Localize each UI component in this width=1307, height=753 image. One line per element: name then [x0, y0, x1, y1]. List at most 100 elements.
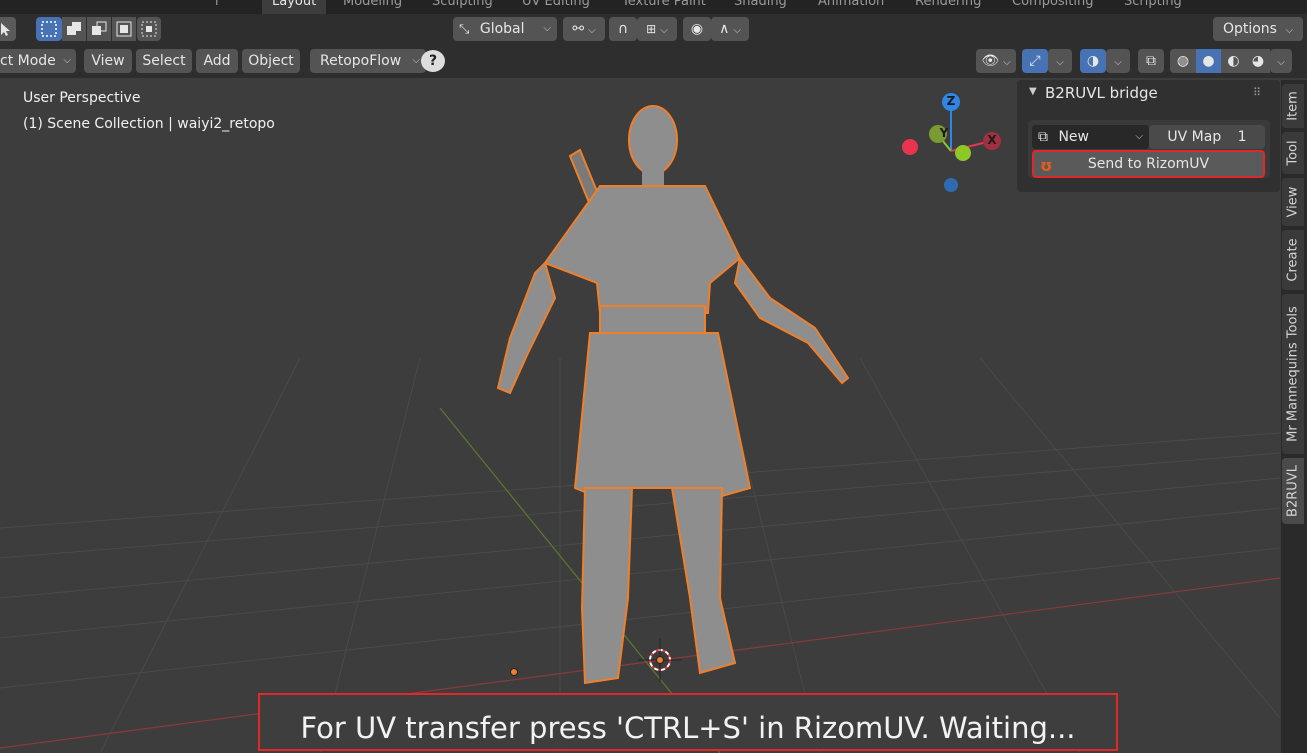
select-menu[interactable]: Select	[136, 49, 192, 73]
gizmo-arrows-icon: ⤢	[1029, 53, 1041, 69]
select-box-new-icon[interactable]	[36, 17, 62, 41]
solid-sphere-icon: ●	[1202, 53, 1215, 69]
select-extend-icon[interactable]	[62, 17, 86, 41]
tab-view-label: View	[1285, 186, 1301, 218]
b2ruvl-panel: ▼ B2RUVL bridge ⠿ ⧉ New ⌵ UV Map 1 ʊ Sen…	[1017, 80, 1280, 192]
pivot-link-icon: ⚯	[572, 21, 585, 37]
wireframe-sphere-icon: ◍	[1176, 53, 1190, 69]
snap-element-dropdown[interactable]: ⊞ ⌵	[637, 17, 677, 41]
tab-item[interactable]: Item	[1282, 84, 1304, 128]
status-message-box: For UV transfer press 'CTRL+S' in RizomU…	[258, 693, 1118, 751]
mode-dropdown[interactable]: ct Mode ⌵	[0, 49, 76, 73]
tab-scripting[interactable]: Scripting	[1124, 0, 1182, 14]
perspective-label: User Perspective	[23, 90, 141, 106]
tab-mr-mannequins-tools[interactable]: Mr Mannequins Tools	[1282, 294, 1304, 454]
snap-toggle[interactable]: ∩	[609, 17, 637, 41]
workspace-tabs-bar: r Layout Modeling Sculpting UV Editing T…	[0, 0, 1307, 14]
character-mesh[interactable]	[496, 105, 850, 685]
chevron-down-icon: ⌵	[1056, 57, 1064, 68]
shading-wireframe[interactable]: ◍	[1170, 49, 1196, 73]
shading-solid[interactable]: ●	[1196, 49, 1221, 73]
overlays-icon: ◑	[1086, 53, 1100, 69]
chevron-down-icon: ⌵	[733, 25, 741, 36]
proportional-falloff-dropdown[interactable]: ∧ ⌵	[711, 17, 749, 41]
tab-layout[interactable]: Layout	[262, 0, 327, 14]
visibility-dropdown[interactable]: 👁 ⌵	[976, 49, 1016, 73]
shading-dropdown[interactable]: ⌵	[1270, 49, 1292, 73]
gizmo-dropdown[interactable]: ⌵	[1048, 49, 1072, 73]
shading-material[interactable]: ◐	[1221, 49, 1246, 73]
drag-handle-icon[interactable]: ⠿	[1253, 86, 1261, 99]
tab-uv-editing[interactable]: UV Editing	[522, 0, 590, 14]
proportional-edit-toggle[interactable]: ◉	[683, 17, 711, 41]
tab-create[interactable]: Create	[1282, 230, 1304, 290]
overlays-dropdown[interactable]: ⌵	[1106, 49, 1130, 73]
retopoflow-menu[interactable]: RetopoFlow ⌵	[310, 49, 426, 73]
chevron-down-icon: ⌵	[63, 55, 71, 66]
tab-rendering[interactable]: Rendering	[915, 0, 981, 14]
eye-icon: 👁	[981, 53, 1000, 69]
new-uvmap-dropdown[interactable]: ⧉ New ⌵	[1032, 125, 1149, 149]
chevron-down-icon: ⌵	[660, 25, 668, 36]
transform-orientation-dropdown[interactable]: ⤡ Global ⌵	[453, 17, 557, 41]
xray-toggle[interactable]: ⧉	[1138, 49, 1164, 73]
gizmo-neg-x[interactable]	[902, 139, 918, 155]
chevron-down-icon: ⌵	[1135, 131, 1143, 142]
tab-item-label: Item	[1285, 91, 1301, 121]
gizmo-toggle[interactable]: ⤢	[1022, 49, 1048, 73]
tab-shading[interactable]: Shading	[734, 0, 787, 14]
chevron-down-icon: ⌵	[588, 25, 596, 36]
falloff-curve-icon: ∧	[719, 21, 730, 37]
pivot-point-dropdown[interactable]: ⚯ ⌵	[563, 17, 605, 41]
chevron-down-icon: ⌵	[412, 55, 420, 66]
object-menu[interactable]: Object	[242, 49, 300, 73]
new-label: New	[1058, 129, 1089, 145]
uvmap-label: UV Map	[1167, 129, 1222, 145]
gizmo-x-label: X	[987, 133, 997, 147]
view-menu[interactable]: View	[84, 49, 132, 73]
tab-tool-label: Tool	[1285, 140, 1301, 166]
snap-magnet-icon: ∩	[617, 21, 629, 37]
uvmap-count: 1	[1237, 129, 1247, 145]
viewport-header: ⤡ Global ⌵ ⚯ ⌵ ∩ ⊞ ⌵ ◉ ∧ ⌵ Options ⌵	[0, 14, 1307, 46]
tab-animation[interactable]: Animation	[818, 0, 884, 14]
add-menu[interactable]: Add	[196, 49, 238, 73]
tab-view[interactable]: View	[1282, 178, 1304, 226]
tab-b2ruvl[interactable]: B2RUVL	[1282, 458, 1304, 524]
rizomuv-logo-icon: ʊ	[1040, 156, 1053, 175]
menu-header: ct Mode ⌵ View Select Add Object RetopoF…	[0, 46, 1307, 78]
options-dropdown[interactable]: Options ⌵	[1213, 17, 1303, 41]
snap-increment-icon: ⊞	[646, 22, 657, 36]
tab-texture-paint[interactable]: Texture Paint	[622, 0, 706, 14]
panel-title: B2RUVL bridge	[1045, 84, 1158, 102]
help-icon[interactable]: ?	[421, 50, 445, 72]
collapse-triangle-icon[interactable]: ▼	[1029, 86, 1037, 97]
gizmo-neg-y[interactable]	[955, 145, 971, 161]
tab-compositing[interactable]: Compositing	[1012, 0, 1094, 14]
send-to-rizomuv-button[interactable]: ʊ Send to RizomUV	[1032, 150, 1265, 178]
retopoflow-label: RetopoFlow	[320, 53, 402, 69]
tab-mannequins-label: Mr Mannequins Tools	[1285, 306, 1301, 442]
proportional-edit-icon: ◉	[690, 21, 704, 37]
select-intersect-icon[interactable]	[137, 17, 161, 41]
tab-modeling[interactable]: Modeling	[343, 0, 402, 14]
select-tool-icon[interactable]	[0, 17, 16, 41]
gizmo-neg-z[interactable]	[944, 178, 958, 192]
status-message: For UV transfer press 'CTRL+S' in RizomU…	[300, 711, 1076, 745]
uvmap-icon: ⧉	[1038, 129, 1048, 145]
shading-rendered[interactable]: ◕	[1246, 49, 1270, 73]
select-subtract-icon[interactable]	[87, 17, 111, 41]
rendered-sphere-icon: ◕	[1251, 53, 1265, 69]
gizmo-z-label: Z	[946, 94, 956, 108]
3d-cursor-icon	[638, 638, 682, 682]
tab-tool[interactable]: Tool	[1282, 132, 1304, 174]
select-invert-icon[interactable]	[112, 17, 136, 41]
chevron-down-icon: ⌵	[1003, 57, 1011, 68]
tab-sculpting[interactable]: Sculpting	[432, 0, 493, 14]
send-label: Send to RizomUV	[1087, 156, 1210, 172]
options-label: Options	[1222, 21, 1277, 37]
overlays-toggle[interactable]: ◑	[1080, 49, 1106, 73]
sidebar-tabs: Item Tool View Create Mr Mannequins Tool…	[1281, 80, 1307, 753]
collection-label: (1) Scene Collection | waiyi2_retopo	[23, 116, 275, 132]
uvmap-field[interactable]: UV Map 1	[1149, 125, 1265, 149]
